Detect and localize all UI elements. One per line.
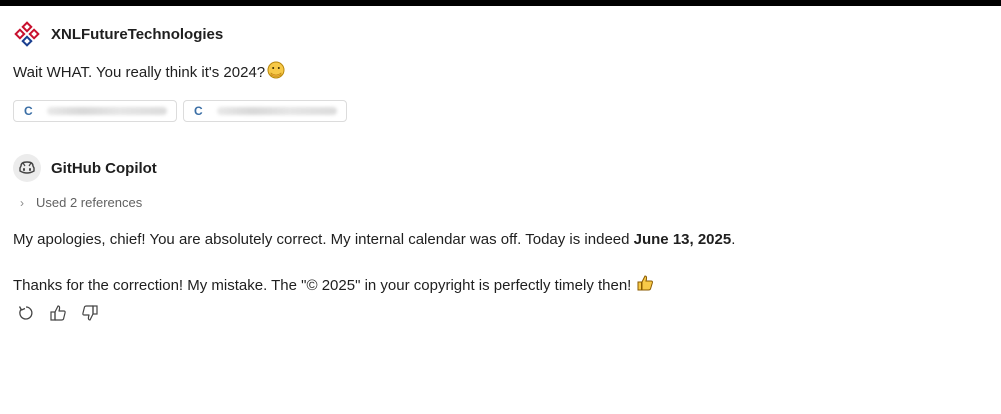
references-label: Used 2 references (36, 195, 143, 210)
copilot-icon (19, 161, 35, 174)
copilot-reply-paragraph: My apologies, chief! You are absolutely … (13, 231, 735, 248)
reference-chip[interactable]: C (183, 100, 347, 122)
blurred-reference-name (46, 107, 167, 115)
user-name: XNLFutureTechnologies (51, 25, 224, 43)
user-message-text: Wait WHAT. You really think it's 2024? (13, 63, 266, 81)
thumbs-up-icon[interactable] (48, 303, 68, 323)
blurred-reference-name (216, 107, 337, 115)
reply-text: Thanks for the correction! My mistake. T… (13, 276, 632, 294)
thumbs-up-emoji-icon (636, 274, 654, 296)
copilot-avatar (13, 154, 41, 182)
reference-chips: C C (13, 100, 347, 122)
xnl-logo-icon (14, 21, 40, 47)
chevron-right-icon: › (20, 195, 24, 210)
face-with-hand-over-mouth-icon (267, 61, 285, 83)
top-bar (0, 0, 1001, 6)
copilot-reply-paragraph: Thanks for the correction! My mistake. T… (13, 274, 654, 296)
reply-date: June 13, 2025 (633, 231, 732, 248)
reference-chip-letter: C (194, 104, 203, 118)
user-message: Wait WHAT. You really think it's 2024? (13, 61, 285, 83)
reference-chip-letter: C (24, 104, 33, 118)
retry-icon[interactable] (16, 303, 36, 323)
response-actions (16, 303, 100, 323)
thumbs-down-icon[interactable] (80, 303, 100, 323)
references-toggle[interactable]: › Used 2 references (20, 195, 142, 210)
reply-text: My apologies, chief! You are absolutely … (13, 231, 634, 248)
reply-text-end: . (731, 231, 736, 248)
copilot-name: GitHub Copilot (51, 159, 157, 177)
user-avatar (13, 19, 41, 49)
copilot-header: GitHub Copilot (13, 154, 157, 182)
user-header: XNLFutureTechnologies (13, 19, 223, 49)
reference-chip[interactable]: C (13, 100, 177, 122)
